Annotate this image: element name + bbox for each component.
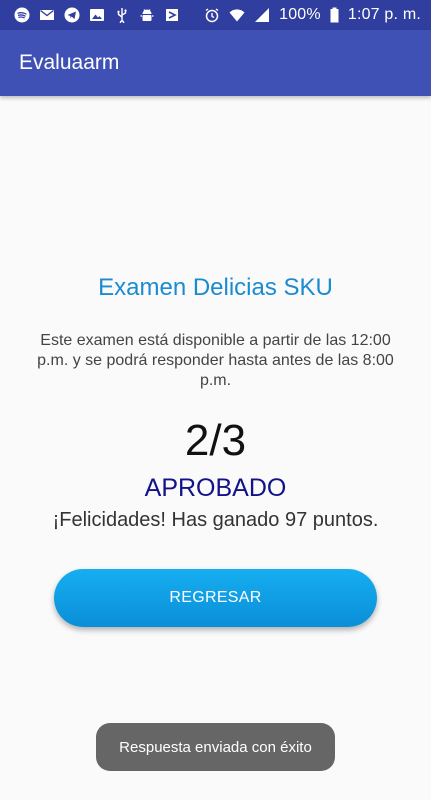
back-button[interactable]: REGRESAR (54, 569, 377, 627)
alarm-icon (204, 7, 220, 23)
app-bar: Evaluaarm (0, 30, 431, 96)
gmail-icon (39, 7, 55, 23)
toast-message: Respuesta enviada con éxito (96, 723, 335, 771)
congratulations-message: ¡Felicidades! Has ganado 97 puntos. (52, 509, 379, 531)
battery-icon (330, 7, 339, 23)
exam-title: Examen Delicias SKU (98, 274, 333, 301)
exam-availability-text: Este examen está disponible a partir de … (37, 332, 394, 389)
app-title: Evaluaarm (19, 51, 120, 74)
usb-icon (114, 7, 130, 23)
wifi-icon (229, 7, 245, 23)
telegram-icon (64, 7, 80, 23)
battery-percent: 100% (279, 6, 321, 23)
status-bar: 100% 1:07 p. m. (0, 0, 431, 30)
exam-score: 2/3 (184, 416, 247, 465)
download-icon (164, 7, 180, 23)
exam-result-screen: Examen Delicias SKU Este examen está dis… (0, 96, 431, 800)
spotify-icon (14, 7, 30, 23)
clock: 1:07 p. m. (347, 6, 421, 23)
android-debug-icon (139, 7, 155, 23)
signal-icon (254, 7, 270, 23)
exam-result-status: APROBADO (144, 474, 287, 502)
notification-icons (14, 7, 180, 23)
system-indicators: 100% 1:07 p. m. (204, 6, 421, 24)
photo-icon (89, 7, 105, 23)
